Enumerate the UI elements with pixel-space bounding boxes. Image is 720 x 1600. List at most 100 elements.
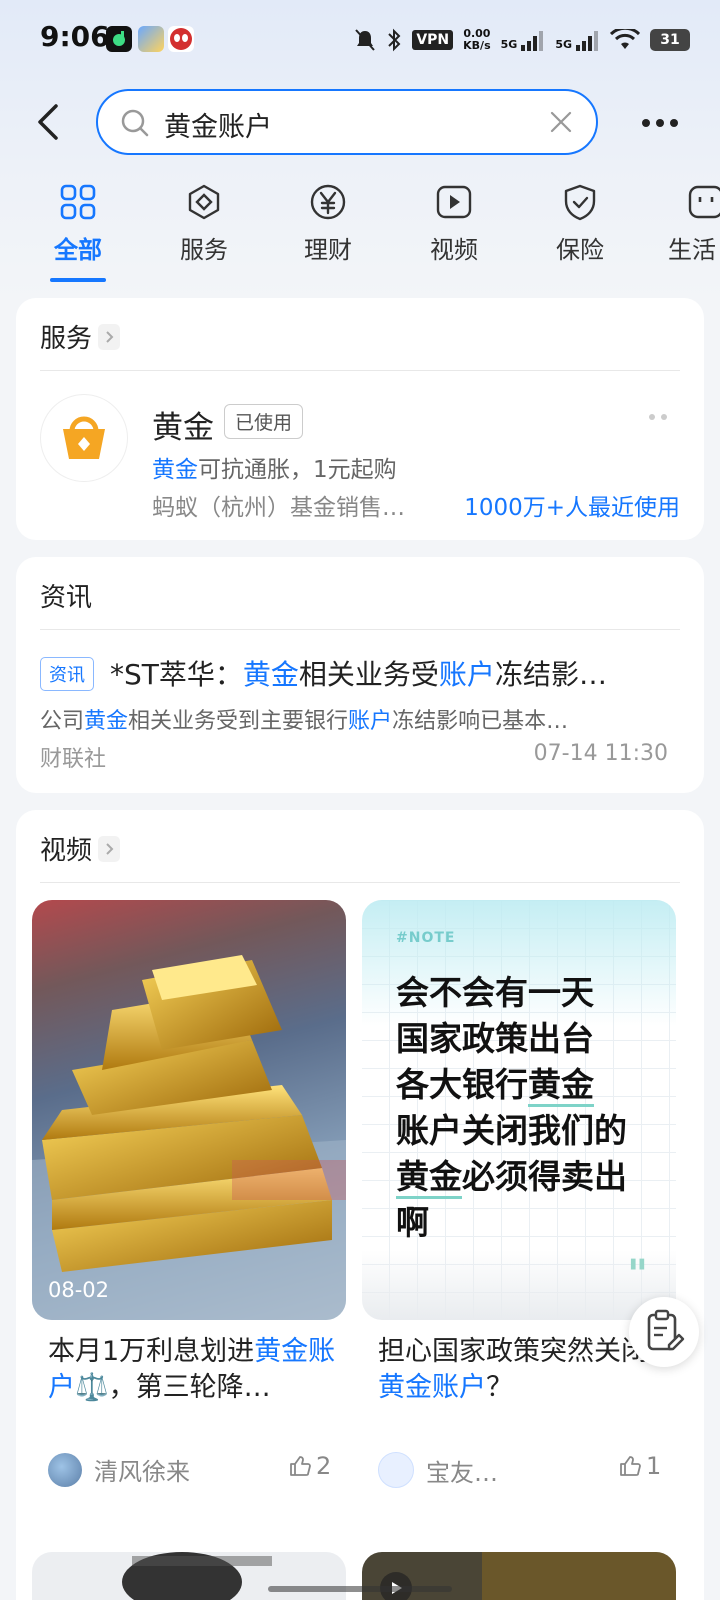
clear-icon[interactable] [548,109,574,135]
mute-bell-icon [355,29,376,51]
note-line: 国家政策出台 [396,1019,594,1058]
gold-basket-icon [40,394,128,482]
home-indicator[interactable] [268,1586,452,1592]
like-count: 1 [646,1452,662,1480]
vpn-badge: VPN [412,30,454,50]
signal-bars-2-icon [574,29,600,51]
bluetooth-icon [388,28,401,52]
tab-label: 生活 [668,236,716,264]
back-arrow-icon[interactable] [30,102,70,142]
life-icon [688,185,720,219]
search-input[interactable]: 黄金账户 [164,105,272,144]
title-part: 冻结影… [494,658,607,691]
news-card: 资讯 资讯 *ST萃华：黄金相关业务受账户冻结影… 公司黄金相关业务受到主要银行… [16,557,704,793]
floating-note-button[interactable] [629,1297,699,1367]
active-tab-indicator [50,278,106,282]
tab-video[interactable]: 视频 [404,182,504,265]
title-part: 担心国家政策突然关闭 [378,1336,648,1367]
thumbs-up-icon [290,1456,311,1476]
summary-part: 冻结影响已基本… [392,709,569,734]
divider [40,882,680,883]
chevron-right-icon [98,323,121,350]
files-app-icon [138,26,164,52]
video-thumbnail-next-1[interactable] [32,1552,346,1600]
note-line: 必须得卖出 [462,1157,627,1196]
net-type-2: 5G [555,38,572,51]
author-name: 清风徐来 [94,1458,190,1486]
keyword-highlight: 黄金 [242,658,299,691]
title-part: ⚖️，第三轮降… [75,1372,271,1403]
tab-wealth[interactable]: 理财 [278,182,378,265]
more-options-icon[interactable] [640,108,680,138]
tab-insurance[interactable]: 保险 [530,182,630,265]
network-speed: 0.00 KB/s [463,28,490,52]
note-highlight: 黄金 [396,1157,462,1199]
note-line: 会不会有一天 [396,973,594,1012]
description-text: 可抗通胀，1元起购 [198,457,397,483]
title-part: *ST萃华： [110,658,243,691]
service-card: 服务 黄金 已使用 黄金可抗通胀，1元起购 蚂蚁（杭州）基金销售… 1000万+… [16,298,704,540]
more-dots-icon[interactable] [648,412,668,422]
signal-bars-1-icon [519,29,545,51]
search-box[interactable]: 黄金账户 [96,89,598,155]
note-line: 各大银行 [396,1065,528,1104]
category-tabs: 全部 服务 理财 视频 保险 生活 [0,182,720,282]
quote-mark: " [627,1252,648,1298]
divider [40,629,680,630]
keyword-highlight: 账户 [348,709,393,734]
tab-life[interactable]: 生活 [656,182,720,265]
tab-service[interactable]: 服务 [154,182,254,265]
keyword-highlight: 黄金 [84,709,129,734]
author-name: 宝友… [426,1458,498,1487]
section-title: 资讯 [40,583,93,613]
service-usage-count: 1000万+人最近使用 [464,495,680,521]
video-thumbnail-gold-bars[interactable]: 08-02 [32,900,346,1320]
video-author[interactable]: 清风徐来 [48,1452,190,1487]
news-section-header: 资讯 [40,577,92,614]
speed-unit: KB/s [463,39,491,52]
search-icon [121,109,149,137]
note-line: 账户关闭我们的 [396,1111,627,1150]
chevron-right-icon [98,835,121,862]
net-type-1: 5G [500,38,518,51]
video-title[interactable]: 担心国家政策突然关闭黄金账户？ [378,1334,668,1406]
status-icons: VPN 0.00 KB/s 5G 5G 31 [354,20,690,60]
avatar [48,1452,82,1487]
video-title[interactable]: 本月1万利息划进黄金账户⚖️，第三轮降… [48,1334,338,1406]
note-line: 啊 [396,1203,429,1242]
video-section-header[interactable]: 视频 [40,830,121,867]
status-bar: 9:06 VPN 0.00 KB/s 5G 5G 31 [0,0,720,80]
title-part: 相关业务受 [298,658,439,691]
clock: 9:06 [40,20,110,53]
news-timestamp: 07-14 11:30 [533,741,668,766]
tab-all[interactable]: 全部 [28,182,128,265]
like-count: 2 [316,1452,332,1480]
tab-label: 服务 [180,236,228,264]
yuan-icon [310,184,346,220]
tab-label: 视频 [430,236,478,264]
spider-app-icon [168,26,194,52]
grid-icon [60,184,96,220]
video-card: 视频 08-02 本月1万利息划进黄金账户⚖️，第三轮降… 清风徐来 2 #NO… [16,810,704,1600]
tab-label: 全部 [54,236,102,264]
video-thumbnail-next-2[interactable] [362,1552,676,1600]
service-description: 黄金可抗通胀，1元起购 [152,450,397,484]
summary-part: 相关业务受到主要银行 [128,709,349,734]
gold-bars-image [32,955,346,1320]
note-tag: #NOTE [396,930,456,946]
title-part: 本月1万利息划进 [48,1336,255,1367]
tab-label: 保险 [556,236,604,264]
video-author[interactable]: 宝友… [378,1452,498,1488]
video-thumbnail-note[interactable]: #NOTE 会不会有一天 国家政策出台 各大银行黄金 账户关闭我们的 黄金必须得… [362,900,676,1320]
music-app-icon [106,26,132,52]
service-section-header[interactable]: 服务 [40,318,121,355]
tab-label: 理财 [304,236,352,264]
title-part: ？ [486,1372,513,1403]
like-button[interactable]: 2 [288,1452,331,1480]
like-button[interactable]: 1 [618,1452,661,1480]
keyword-highlight: 账户 [438,658,495,691]
video-play-icon [436,185,472,219]
note-highlight: 黄金 [528,1065,594,1107]
news-title: *ST萃华：黄金相关业务受账户冻结影… [110,653,680,693]
news-tag: 资讯 [40,657,94,691]
